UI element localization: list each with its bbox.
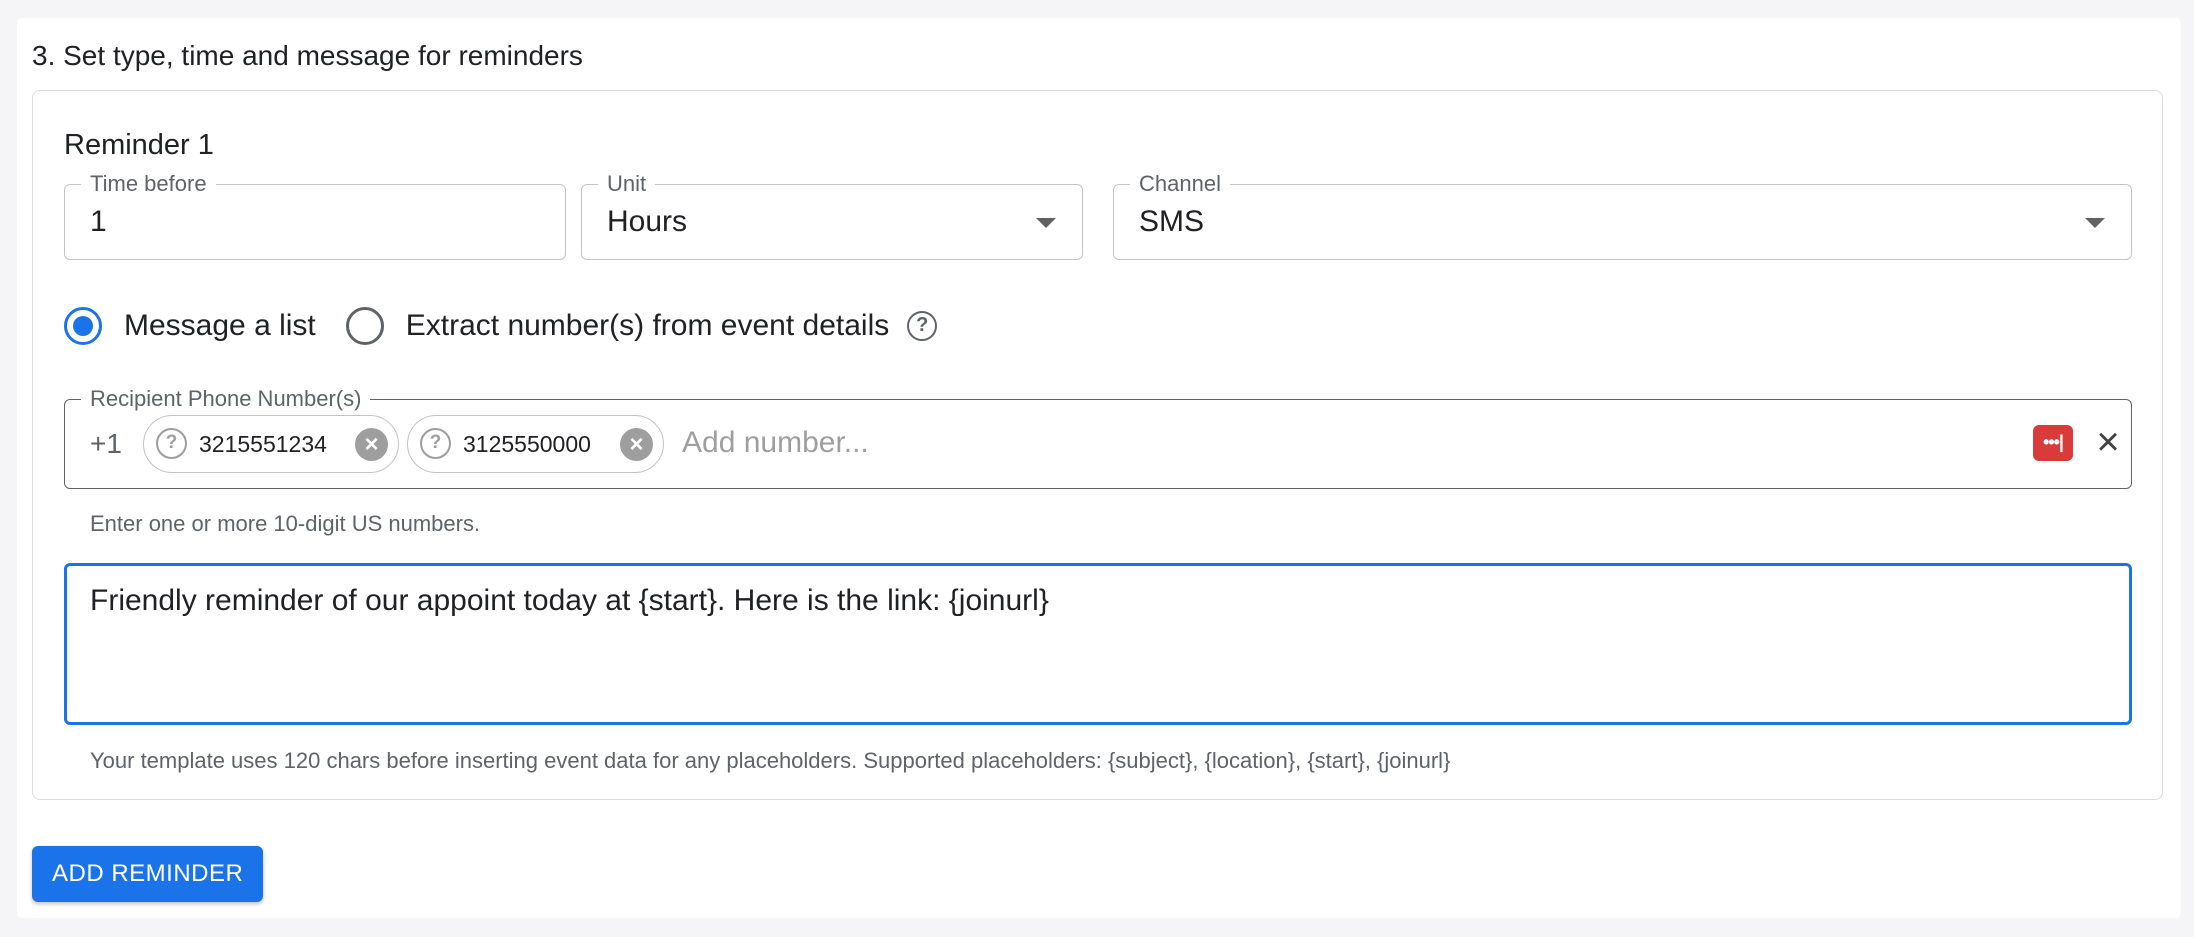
country-code-prefix: +1 [90, 428, 122, 459]
question-circle-icon[interactable]: ? [156, 428, 187, 459]
radio-message-list[interactable] [64, 307, 102, 345]
phone-chip[interactable]: ? 3125550000 × [407, 415, 664, 473]
reminder-card: Reminder 1 Time before 1 Unit Hours Chan… [32, 90, 2163, 800]
reminder-title: Reminder 1 [64, 129, 214, 161]
question-circle-icon[interactable]: ? [907, 311, 938, 341]
close-circle-icon[interactable]: × [620, 428, 653, 461]
add-reminder-button[interactable]: ADD REMINDER [32, 846, 264, 902]
channel-value: SMS [1139, 205, 1205, 238]
add-number-input[interactable] [682, 426, 1282, 460]
question-circle-icon[interactable]: ? [420, 428, 451, 459]
unit-value: Hours [607, 205, 688, 238]
radio-extract-numbers-label[interactable]: Extract number(s) from event details [406, 309, 890, 343]
time-before-value[interactable]: 1 [90, 205, 107, 239]
close-circle-icon[interactable]: × [355, 428, 388, 461]
recipient-phone-field[interactable]: Recipient Phone Number(s) +1 ? 321555123… [64, 386, 2132, 489]
recipient-helper-text: Enter one or more 10-digit US numbers. [90, 511, 481, 536]
time-before-label: Time before [81, 171, 216, 197]
phone-chip-number: 3125550000 [463, 431, 591, 457]
caret-down-icon[interactable] [1036, 218, 1056, 228]
close-icon[interactable]: × [2091, 418, 2125, 466]
recipient-phone-label: Recipient Phone Number(s) [81, 386, 371, 412]
caret-down-icon[interactable] [2085, 218, 2105, 228]
radio-extract-numbers[interactable] [345, 307, 384, 345]
section-title: 3. Set type, time and message for remind… [32, 40, 583, 71]
phone-chip-number: 3215551234 [199, 431, 327, 457]
recipient-mode-radio-group: Message a list Extract number(s) from ev… [64, 306, 938, 346]
radio-message-list-label[interactable]: Message a list [124, 309, 316, 343]
channel-label: Channel [1130, 171, 1230, 197]
message-helper-text: Your template uses 120 chars before inse… [90, 748, 1451, 773]
message-template-textarea[interactable]: Friendly reminder of our appoint today a… [64, 563, 2132, 725]
time-before-field[interactable]: Time before 1 [64, 171, 566, 260]
password-manager-icon[interactable]: •••| [2033, 425, 2073, 461]
reminders-panel: 3. Set type, time and message for remind… [17, 18, 2181, 918]
unit-select[interactable]: Unit Hours [581, 171, 1083, 260]
phone-chip[interactable]: ? 3215551234 × [143, 415, 399, 473]
channel-select[interactable]: Channel SMS [1113, 171, 2132, 260]
unit-label: Unit [598, 171, 656, 197]
